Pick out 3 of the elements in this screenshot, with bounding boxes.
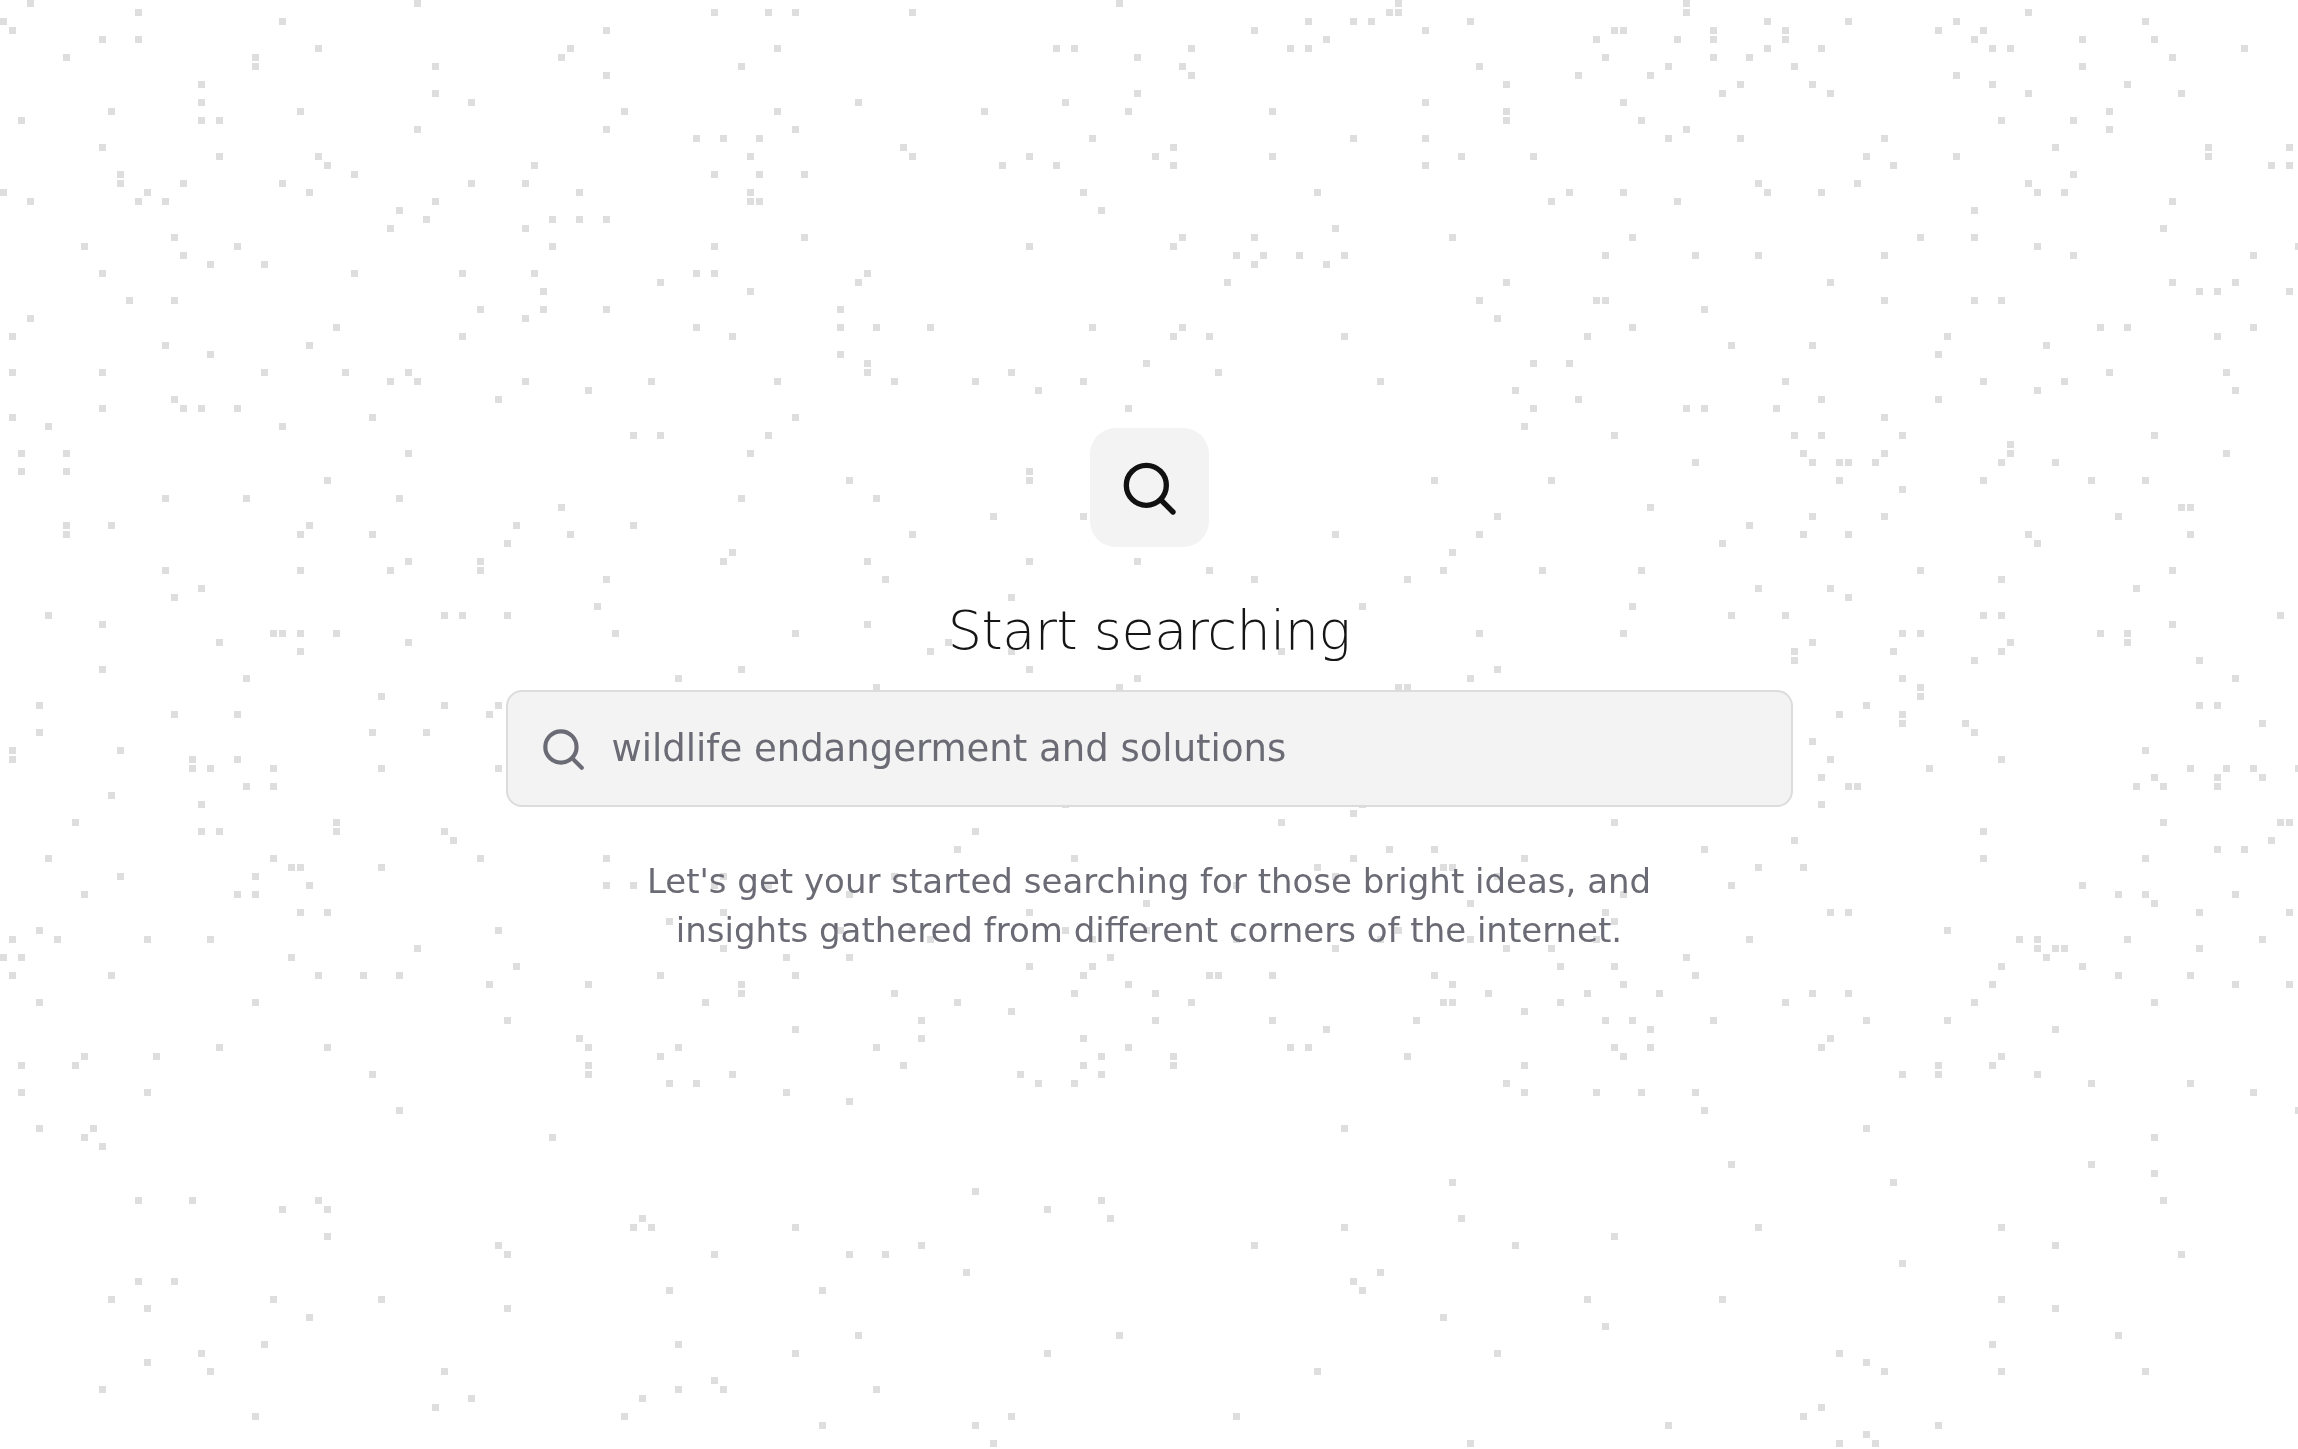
description-text: Let's get your started searching for those bright ideas, and insights gathered from different corners of the internet. [645, 860, 1653, 952]
page-title: Start searching [947, 599, 1351, 662]
search-field[interactable]: wildlife endangerment and solutions [505, 690, 1793, 807]
